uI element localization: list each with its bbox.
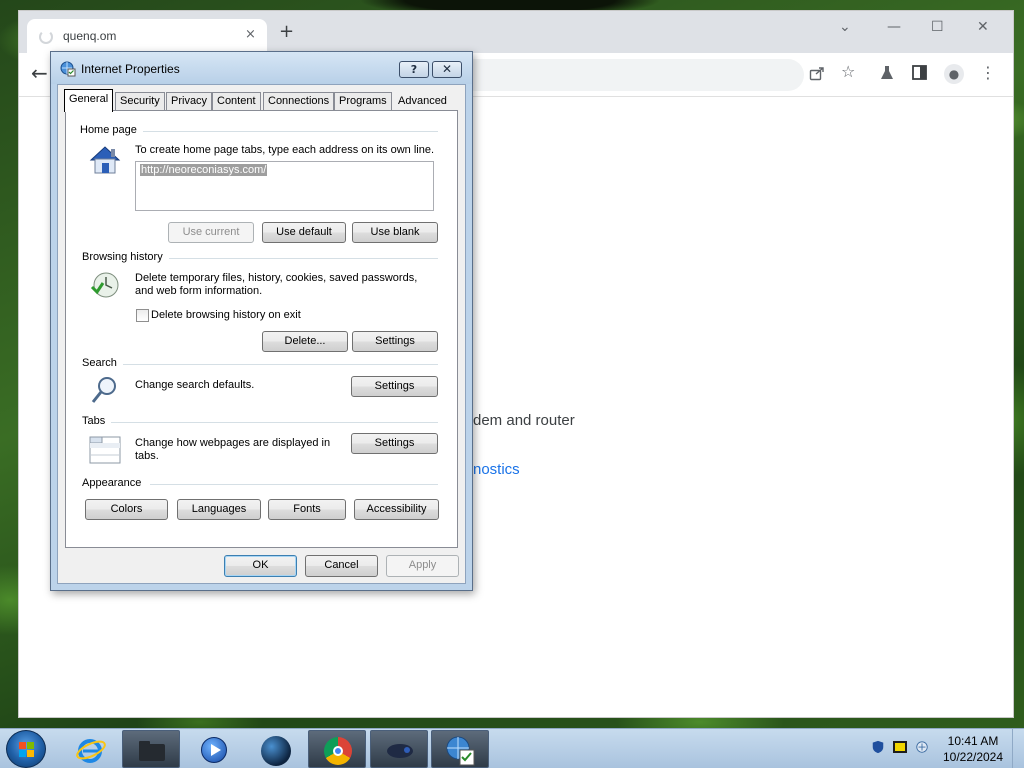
dialog-body: General Security Privacy Content Connect… — [57, 84, 466, 584]
home-page-icon — [88, 143, 122, 177]
browser-tab[interactable]: quenq.om × — [27, 19, 267, 53]
appearance-label: Appearance — [82, 477, 148, 489]
tab-strip: quenq.om × + ⌄ — ☐ ✕ — [19, 11, 1013, 53]
delete-button[interactable]: Delete... — [262, 331, 348, 352]
dialog-titlebar[interactable]: Internet Properties ? ✕ — [51, 52, 472, 84]
search-description: Change search defaults. — [135, 379, 255, 391]
search-icon — [88, 373, 122, 407]
browsing-history-icon — [88, 269, 122, 303]
internet-options-icon — [60, 61, 76, 77]
clock-date[interactable]: 10/22/2024 — [940, 750, 1006, 764]
accessibility-button[interactable]: Accessibility — [354, 499, 439, 520]
ok-button[interactable]: OK — [224, 555, 297, 577]
group-divider — [110, 422, 438, 423]
tabs-settings-button[interactable]: Settings — [351, 433, 438, 454]
delete-history-on-exit-checkbox[interactable] — [136, 309, 149, 322]
windows-logo-icon — [19, 742, 35, 758]
use-current-button[interactable]: Use current — [168, 222, 254, 243]
network-icon[interactable] — [914, 740, 930, 754]
new-tab-button[interactable]: + — [279, 23, 294, 41]
cancel-button[interactable]: Cancel — [305, 555, 378, 577]
group-divider — [122, 364, 438, 365]
tabs-icon — [88, 433, 122, 467]
maximize-button[interactable]: ☐ — [931, 19, 944, 35]
tab-privacy[interactable]: Privacy — [166, 92, 213, 110]
chrome-icon[interactable] — [308, 730, 366, 768]
shield-icon[interactable] — [870, 740, 886, 754]
menu-icon[interactable]: ⋮ — [980, 65, 996, 81]
tab-close-icon[interactable]: × — [245, 27, 256, 42]
tab-general[interactable]: General — [64, 89, 114, 112]
tab-connections[interactable]: Connections — [263, 92, 335, 110]
page-text: dem and router — [473, 412, 575, 429]
internet-properties-dialog: Internet Properties ? ✕ General Security… — [50, 51, 473, 591]
side-panel-icon[interactable] — [912, 65, 927, 83]
tab-title: quenq.om — [63, 29, 117, 43]
page-link[interactable]: nostics — [473, 461, 520, 478]
globe-icon[interactable] — [246, 730, 304, 768]
close-window-button[interactable]: ✕ — [977, 19, 989, 35]
group-divider — [150, 484, 438, 485]
labs-icon[interactable] — [880, 65, 894, 84]
help-button[interactable]: ? — [399, 61, 429, 78]
internet-explorer-icon[interactable] — [62, 730, 120, 768]
tabs-label: Tabs — [82, 415, 112, 427]
search-settings-button[interactable]: Settings — [351, 376, 438, 397]
tab-content[interactable]: Content — [212, 92, 261, 110]
group-divider — [164, 258, 438, 259]
search-label: Search — [82, 357, 123, 369]
group-divider — [138, 131, 438, 132]
general-tab-panel: Home page To create home page tabs, type… — [65, 110, 458, 548]
share-icon[interactable] — [809, 65, 825, 84]
clock-time[interactable]: 10:41 AM — [940, 734, 1006, 748]
languages-button[interactable]: Languages — [177, 499, 261, 520]
start-button[interactable] — [6, 730, 46, 768]
show-desktop-button[interactable] — [1012, 729, 1024, 768]
profile-icon[interactable]: ● — [944, 64, 964, 84]
tabs-description-line2: tabs. — [135, 450, 159, 462]
home-page-url: http://neoreconiasys.com/ — [140, 164, 268, 176]
browsing-history-label: Browsing history — [82, 251, 169, 263]
use-default-button[interactable]: Use default — [262, 222, 346, 243]
address-bar[interactable] — [459, 59, 804, 91]
tab-advanced[interactable]: Advanced — [393, 92, 452, 110]
star-icon[interactable]: ☆ — [841, 64, 855, 80]
browsing-history-description-line2: and web form information. — [135, 285, 263, 297]
delete-history-on-exit-label[interactable]: Delete browsing history on exit — [151, 309, 301, 322]
colors-button[interactable]: Colors — [85, 499, 168, 520]
tab-security[interactable]: Security — [115, 92, 165, 110]
apply-button[interactable]: Apply — [386, 555, 459, 577]
home-page-description: To create home page tabs, type each addr… — [135, 144, 435, 156]
back-button[interactable]: ← — [31, 63, 48, 83]
loading-spinner-icon — [39, 30, 53, 44]
tab-search-icon[interactable]: ⌄ — [839, 19, 851, 35]
message-icon[interactable] — [892, 740, 908, 754]
fonts-button[interactable]: Fonts — [268, 499, 346, 520]
home-page-textbox[interactable]: http://neoreconiasys.com/ — [135, 161, 434, 211]
internet-options-icon[interactable] — [431, 730, 489, 768]
tab-programs[interactable]: Programs — [334, 92, 392, 110]
minimize-button[interactable]: — — [887, 19, 901, 35]
history-settings-button[interactable]: Settings — [352, 331, 438, 352]
close-dialog-button[interactable]: ✕ — [432, 61, 462, 78]
browsing-history-description-line1: Delete temporary files, history, cookies… — [135, 272, 418, 284]
media-player-icon[interactable] — [184, 730, 242, 768]
use-blank-button[interactable]: Use blank — [352, 222, 438, 243]
home-page-label: Home page — [80, 124, 143, 136]
taskbar: 10:41 AM 10/22/2024 — [0, 728, 1024, 768]
explorer-folder-icon[interactable] — [122, 730, 180, 768]
tabs-description-line1: Change how webpages are displayed in — [135, 437, 331, 449]
dialog-title: Internet Properties — [81, 62, 180, 76]
game-controller-icon[interactable] — [370, 730, 428, 768]
